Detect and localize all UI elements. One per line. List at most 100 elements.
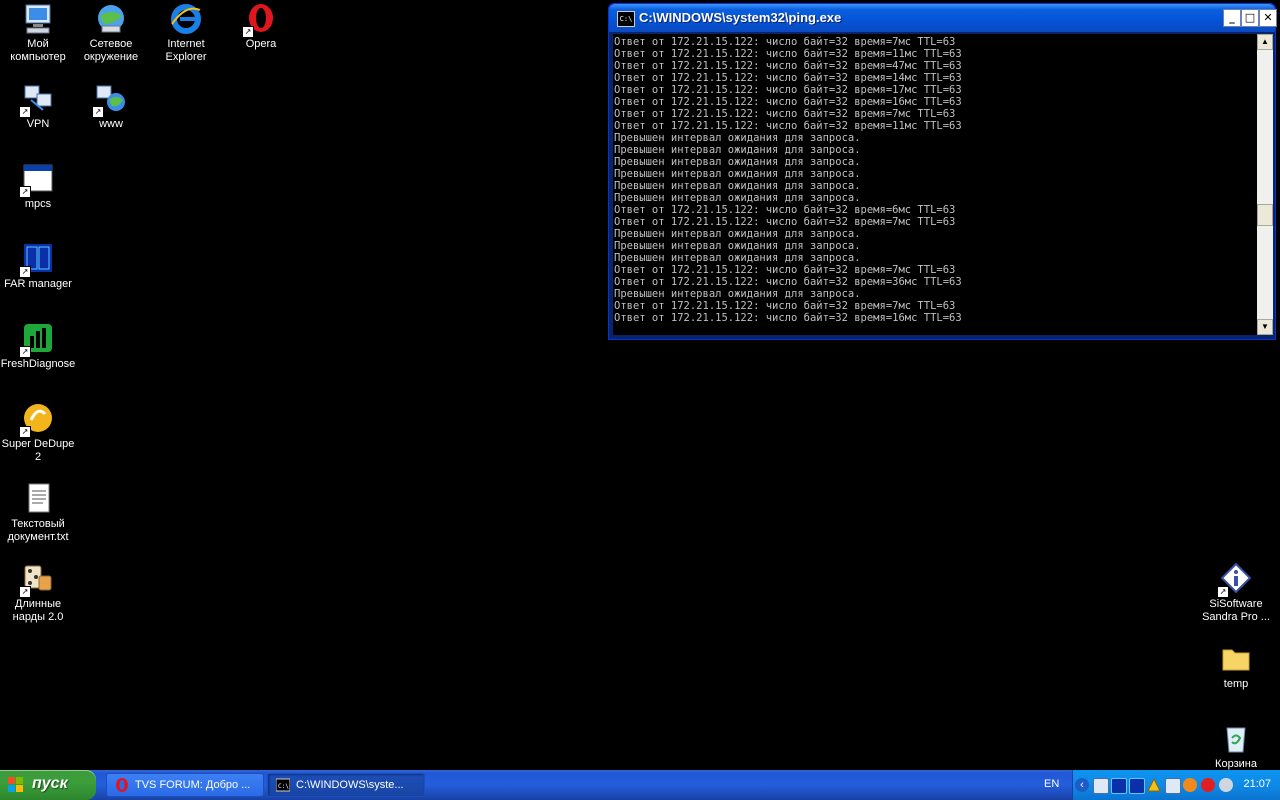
far-tray-icon-2[interactable]	[1129, 778, 1145, 794]
scroll-up-button[interactable]: ▲	[1257, 34, 1273, 50]
scroll-thumb[interactable]	[1257, 204, 1273, 226]
console-line: Ответ от 172.21.15.122: число байт=32 вр…	[614, 300, 956, 312]
desktop-icon-sisoftware-sandra[interactable]: ↗ SiSoftware Sandra Pro ...	[1198, 562, 1274, 624]
shortcut-arrow-icon: ↗	[19, 106, 31, 118]
shortcut-arrow-icon: ↗	[19, 586, 31, 598]
console-line: Ответ от 172.21.15.122: число байт=32 вр…	[614, 276, 962, 288]
console-line: Ответ от 172.21.15.122: число байт=32 вр…	[614, 84, 962, 96]
temp-folder-icon	[1219, 642, 1253, 676]
recycle-bin-icon	[1219, 722, 1253, 756]
desktop-icon-label: Opera	[245, 38, 277, 50]
desktop-icon-label: Мой компьютер	[10, 38, 66, 63]
vertical-scrollbar[interactable]: ▲ ▼	[1257, 34, 1273, 335]
tray-expand-icon[interactable]: ‹	[1075, 778, 1089, 792]
my-computer-icon	[21, 2, 55, 36]
desktop-icon-label: Сетевое окружение	[83, 38, 139, 63]
opera-tray-icon[interactable]	[1183, 778, 1197, 792]
desktop-icon-my-computer[interactable]: Мой компьютер	[0, 2, 76, 64]
desktop-icon-label: FAR manager	[4, 278, 72, 290]
desktop-icon-backgammon[interactable]: ↗ Длинные нарды 2.0	[0, 562, 76, 624]
www-icon: ↗	[92, 82, 128, 118]
far-tray-icon[interactable]	[1111, 778, 1127, 794]
console-line: Превышен интервал ожидания для запроса.	[614, 144, 861, 156]
desktop-icon-label: Текстовый документ.txt	[7, 518, 69, 543]
desktop-icon-label: Длинные нарды 2.0	[12, 598, 64, 623]
desktop-icon-www[interactable]: ↗ www	[73, 82, 149, 131]
console-line: Превышен интервал ожидания для запроса.	[614, 288, 861, 300]
internet-explorer-icon	[169, 2, 203, 36]
console-line: Ответ от 172.21.15.122: число байт=32 вр…	[614, 120, 962, 132]
far-manager-icon: ↗	[19, 242, 55, 278]
maximize-button[interactable]: □	[1241, 9, 1259, 27]
backgammon-icon: ↗	[19, 562, 55, 598]
start-button[interactable]: пуск	[0, 770, 96, 800]
network-connection-icon[interactable]	[1093, 778, 1109, 794]
desktop-icon-super-dedupe[interactable]: ↗ Super DeDupe 2	[0, 402, 76, 464]
console-line: Превышен интервал ожидания для запроса.	[614, 168, 861, 180]
console-line: Ответ от 172.21.15.122: число байт=32 вр…	[614, 312, 962, 324]
console-output[interactable]: Ответ от 172.21.15.122: число байт=32 вр…	[613, 34, 1257, 335]
shortcut-arrow-icon: ↗	[242, 26, 254, 38]
console-app-icon[interactable]: C:\	[617, 11, 635, 27]
desktop-icon-label: temp	[1223, 678, 1249, 690]
security-icon[interactable]	[1201, 778, 1215, 792]
clock[interactable]: 21:07	[1243, 778, 1271, 790]
opera-icon	[116, 778, 128, 792]
freshdiagnose-icon: ↗	[19, 322, 55, 358]
desktop-icon-label: SiSoftware Sandra Pro ...	[1202, 598, 1270, 623]
minimize-button[interactable]: _	[1223, 9, 1241, 27]
shortcut-arrow-icon: ↗	[19, 346, 31, 358]
desktop-icon-opera[interactable]: ↗ Opera	[223, 2, 299, 51]
desktop-icon-temp-folder[interactable]: temp	[1198, 642, 1274, 691]
desktop-icon-mpcs[interactable]: ↗ mpcs	[0, 162, 76, 211]
desktop-icon-label: Internet Explorer	[165, 38, 207, 63]
connection-status-icon[interactable]	[1165, 778, 1181, 794]
console-line: Превышен интервал ожидания для запроса.	[614, 192, 861, 204]
opera-icon: ↗	[242, 2, 278, 38]
taskbar-item-label: TVS FORUM: Добро ...	[135, 779, 251, 791]
wireless-icon[interactable]	[1219, 778, 1233, 792]
desktop-icon-label: Super DeDupe 2	[1, 438, 75, 463]
shortcut-arrow-icon: ↗	[92, 106, 104, 118]
console-line: Превышен интервал ожидания для запроса.	[614, 252, 861, 264]
console-line: Ответ от 172.21.15.122: число байт=32 вр…	[614, 96, 962, 108]
close-button[interactable]: ✕	[1259, 9, 1277, 27]
network-icon	[94, 2, 128, 36]
language-indicator[interactable]: EN	[1044, 778, 1059, 790]
shortcut-arrow-icon: ↗	[19, 426, 31, 438]
console-line: Ответ от 172.21.15.122: число байт=32 вр…	[614, 264, 956, 276]
start-label: пуск	[32, 775, 68, 792]
sisoftware-sandra-icon: ↗	[1217, 562, 1253, 598]
desktop-icon-recycle-bin[interactable]: Корзина	[1198, 722, 1274, 771]
console-line: Ответ от 172.21.15.122: число байт=32 вр…	[614, 48, 962, 60]
desktop-icon-label: VPN	[26, 118, 50, 130]
scroll-down-button[interactable]: ▼	[1257, 319, 1273, 335]
console-window[interactable]: C:\ C:\WINDOWS\system32\ping.exe _ □ ✕ О…	[608, 3, 1277, 340]
console-line: Ответ от 172.21.15.122: число байт=32 вр…	[614, 36, 956, 48]
desktop-icon-vpn[interactable]: ↗ VPN	[0, 82, 76, 131]
shortcut-arrow-icon: ↗	[19, 266, 31, 278]
console-line: Превышен интервал ожидания для запроса.	[614, 240, 861, 252]
taskbar-item-console[interactable]: C:\ C:\WINDOWS\syste...	[267, 773, 425, 797]
desktop-icon-far-manager[interactable]: ↗ FAR manager	[0, 242, 76, 291]
svg-text:C:\: C:\	[278, 783, 289, 790]
console-icon: C:\	[276, 778, 290, 792]
desktop-icon-internet-explorer[interactable]: Internet Explorer	[148, 2, 224, 64]
shortcut-arrow-icon: ↗	[19, 186, 31, 198]
console-line: Ответ от 172.21.15.122: число байт=32 вр…	[614, 72, 962, 84]
console-line: Превышен интервал ожидания для запроса.	[614, 228, 861, 240]
desktop-icon-text-document[interactable]: Текстовый документ.txt	[0, 482, 76, 544]
console-line: Превышен интервал ожидания для запроса.	[614, 180, 861, 192]
console-line: Превышен интервал ожидания для запроса.	[614, 156, 861, 168]
warning-icon[interactable]	[1147, 777, 1161, 792]
desktop-icon-freshdiagnose[interactable]: ↗ FreshDiagnose	[0, 322, 76, 371]
taskbar-item-opera[interactable]: TVS FORUM: Добро ...	[106, 773, 264, 797]
vpn-icon: ↗	[19, 82, 55, 118]
desktop-icon-network[interactable]: Сетевое окружение	[73, 2, 149, 64]
text-document-icon	[21, 482, 55, 516]
window-titlebar[interactable]: C:\ C:\WINDOWS\system32\ping.exe _ □ ✕	[609, 4, 1277, 32]
super-dedupe-icon: ↗	[19, 402, 55, 438]
desktop-icon-label: FreshDiagnose	[0, 358, 76, 370]
windows-logo-icon	[8, 777, 24, 793]
shortcut-arrow-icon: ↗	[1217, 586, 1229, 598]
